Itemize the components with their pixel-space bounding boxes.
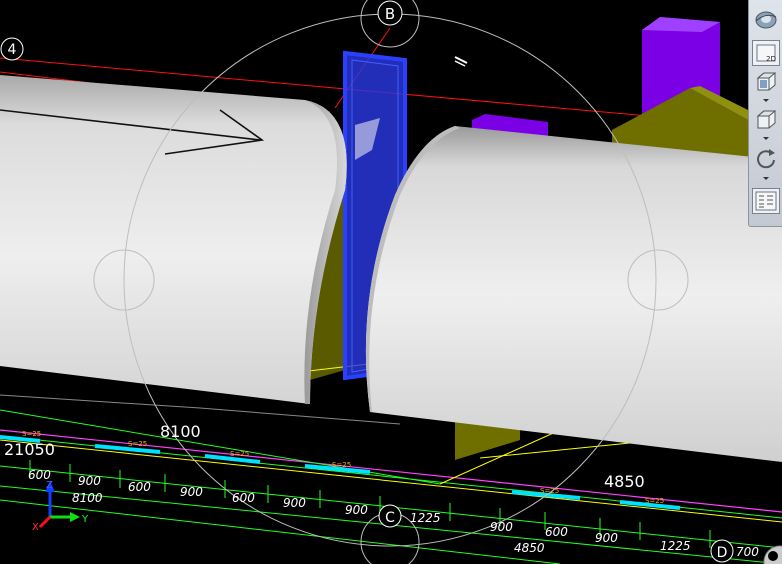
view-2d-label: 2D	[766, 55, 776, 63]
svg-text:S=25: S=25	[22, 430, 41, 438]
svg-text:S=25: S=25	[230, 450, 249, 458]
grid-bubble-c: C	[378, 504, 402, 528]
properties-panel-button[interactable]	[752, 188, 780, 214]
dim-4850-large: 4850	[604, 472, 645, 491]
view-cube-button[interactable]	[752, 106, 780, 132]
dim-600-c: 600	[232, 491, 255, 505]
dim-8100-large: 8100	[160, 422, 201, 441]
grid-bubble-b: B	[377, 0, 403, 26]
left-cylinder	[0, 75, 347, 404]
3d-model-viewport[interactable]: S=25 S=25 S=25 S=25 S=25 S=25 4 B C D 21…	[0, 0, 782, 564]
dim-900-e: 900	[490, 520, 513, 534]
axis-label-y: Y	[81, 514, 89, 525]
navigation-wheel-icon	[755, 11, 777, 29]
corner-status-icon[interactable]	[763, 545, 782, 564]
cube-icon	[756, 110, 777, 129]
svg-text:S=25: S=25	[645, 497, 664, 505]
dim-900-b: 900	[180, 485, 203, 499]
dim-900-a: 900	[78, 474, 101, 488]
dim-1225-a: 1225	[410, 511, 441, 525]
orbit-rotate-button[interactable]	[752, 145, 780, 171]
dim-900-f: 900	[595, 531, 618, 545]
dim-21050: 21050	[4, 440, 55, 459]
grid-bubble-d: D	[710, 539, 734, 563]
grid-label-d: D	[717, 545, 728, 561]
dim-1225-b: 1225	[660, 539, 691, 553]
dim-600-b: 600	[128, 480, 151, 494]
grid-label-b: B	[385, 5, 395, 23]
grid-bubble-4: 4	[0, 37, 24, 61]
svg-text:S=25: S=25	[332, 461, 351, 469]
rebar-dim-annotations: S=25 S=25 S=25 S=25 S=25 S=25	[22, 430, 664, 505]
3d-box-icon	[756, 72, 777, 91]
orbit-dropdown-caret[interactable]	[763, 177, 769, 180]
dim-4850-small: 4850	[514, 541, 545, 555]
svg-text:S=25: S=25	[128, 440, 147, 448]
view-3d-button[interactable]	[752, 68, 780, 94]
small-annotation-glyph	[454, 56, 468, 67]
full-navigation-wheel-button[interactable]	[752, 6, 780, 32]
dim-900-d: 900	[345, 503, 368, 517]
view-2d-button[interactable]: 2D	[752, 40, 780, 66]
axis-label-x: X	[32, 522, 39, 533]
view-cube-dropdown-caret[interactable]	[763, 137, 769, 140]
axis-label-z: Z	[46, 480, 53, 491]
right-cylinder	[365, 126, 782, 462]
dim-700: 700	[736, 545, 759, 559]
view-3d-dropdown-caret[interactable]	[763, 99, 769, 102]
rotate-icon	[757, 149, 775, 169]
properties-list-icon	[755, 191, 777, 211]
grid-label-c: C	[385, 510, 395, 526]
dim-900-c: 900	[283, 496, 306, 510]
navigation-bar: 2D	[748, 0, 782, 227]
dim-600-d: 600	[545, 525, 568, 539]
grid-label-4: 4	[8, 42, 17, 58]
dim-8100-small: 8100	[72, 491, 103, 505]
